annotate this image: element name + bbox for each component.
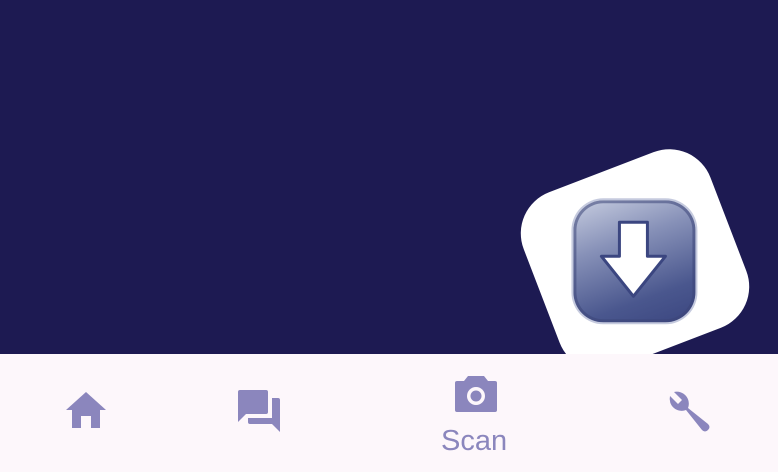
- wrench-icon: [669, 391, 710, 432]
- app-screen: Scan: [0, 0, 778, 472]
- camera-icon: [455, 376, 497, 412]
- nav-item-tools[interactable]: [650, 354, 730, 472]
- home-icon: [66, 392, 106, 428]
- forum-icon: [238, 390, 280, 432]
- nav-item-forum[interactable]: [219, 354, 299, 472]
- nav-item-scan[interactable]: Scan: [416, 354, 534, 472]
- bottom-navigation: Scan: [0, 354, 778, 472]
- app-icon-card[interactable]: [507, 136, 763, 384]
- download-arrow-icon: [573, 200, 696, 323]
- nav-label-scan: Scan: [441, 425, 508, 457]
- nav-item-home[interactable]: [46, 354, 126, 472]
